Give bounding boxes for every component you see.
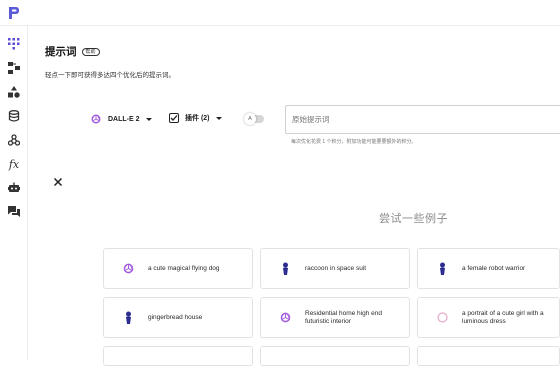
figure-icon bbox=[436, 262, 449, 275]
flow-icon[interactable] bbox=[6, 60, 22, 76]
chevron-down-icon bbox=[145, 117, 152, 121]
function-icon[interactable]: fx bbox=[6, 156, 22, 172]
help-badge[interactable]: 帮助 bbox=[81, 47, 100, 56]
auto-toggle[interactable]: A bbox=[244, 113, 264, 125]
example-card[interactable] bbox=[103, 346, 253, 366]
plugin-label: 插件 (2) bbox=[185, 115, 210, 122]
example-card[interactable] bbox=[260, 346, 410, 366]
model-select[interactable]: DALL-E 2 bbox=[90, 113, 152, 125]
toggle-knob: A bbox=[244, 113, 256, 125]
example-text: a cute magical flying dog bbox=[148, 264, 220, 272]
robot-icon[interactable] bbox=[6, 180, 22, 196]
example-text: gingerbread house bbox=[148, 313, 203, 321]
plugin-select[interactable]: 插件 (2) bbox=[169, 113, 222, 123]
main-content: 提示词 帮助 轻点一下即可获得多达四个优化后的提示词。 DALL-E 2 插件 … bbox=[28, 26, 560, 366]
example-card[interactable]: raccoon in space suit bbox=[260, 248, 410, 289]
model-label: DALL-E 2 bbox=[108, 115, 140, 123]
example-text: Residential home high end futuristic int… bbox=[305, 309, 382, 325]
example-card[interactable]: a female robot warrior bbox=[417, 248, 560, 289]
figure-icon bbox=[279, 262, 292, 275]
example-card[interactable]: a portrait of a cute girl with a luminou… bbox=[417, 297, 560, 338]
chat-icon[interactable] bbox=[6, 204, 22, 220]
spinner-icon bbox=[436, 311, 449, 324]
database-icon[interactable] bbox=[6, 108, 22, 124]
example-text: raccoon in space suit bbox=[305, 264, 367, 272]
app-logo-icon[interactable] bbox=[8, 6, 20, 20]
cost-hint: 每次优化花费 1 个积分，附加功能可能要要额外的积分。 bbox=[291, 139, 417, 145]
figure-icon bbox=[122, 311, 135, 324]
top-bar bbox=[0, 0, 560, 26]
openai-icon bbox=[122, 262, 135, 275]
examples-title: 尝试一些例子 bbox=[379, 213, 448, 225]
close-icon[interactable] bbox=[53, 174, 63, 187]
openai-icon bbox=[279, 311, 292, 324]
title-row: 提示词 帮助 bbox=[45, 44, 100, 59]
check-icon bbox=[170, 115, 178, 121]
example-card[interactable]: gingerbread house bbox=[103, 297, 253, 338]
page-title: 提示词 bbox=[45, 46, 77, 58]
shapes-icon[interactable] bbox=[6, 84, 22, 100]
plugin-checkbox[interactable] bbox=[169, 113, 179, 123]
example-card[interactable]: a cute magical flying dog bbox=[103, 248, 253, 289]
prompt-grid-icon[interactable] bbox=[6, 36, 22, 52]
example-text: a portrait of a cute girl with a luminou… bbox=[462, 309, 544, 325]
example-card[interactable]: Residential home high end futuristic int… bbox=[260, 297, 410, 338]
chevron-down-icon bbox=[215, 116, 222, 120]
prompt-input[interactable] bbox=[285, 105, 560, 134]
webhook-icon[interactable] bbox=[6, 132, 22, 148]
sidebar: fx bbox=[0, 26, 28, 360]
page-subtitle: 轻点一下即可获得多达四个优化后的提示词。 bbox=[45, 72, 175, 79]
openai-icon bbox=[91, 114, 101, 124]
example-card[interactable] bbox=[417, 346, 560, 366]
example-text: a female robot warrior bbox=[462, 264, 526, 272]
